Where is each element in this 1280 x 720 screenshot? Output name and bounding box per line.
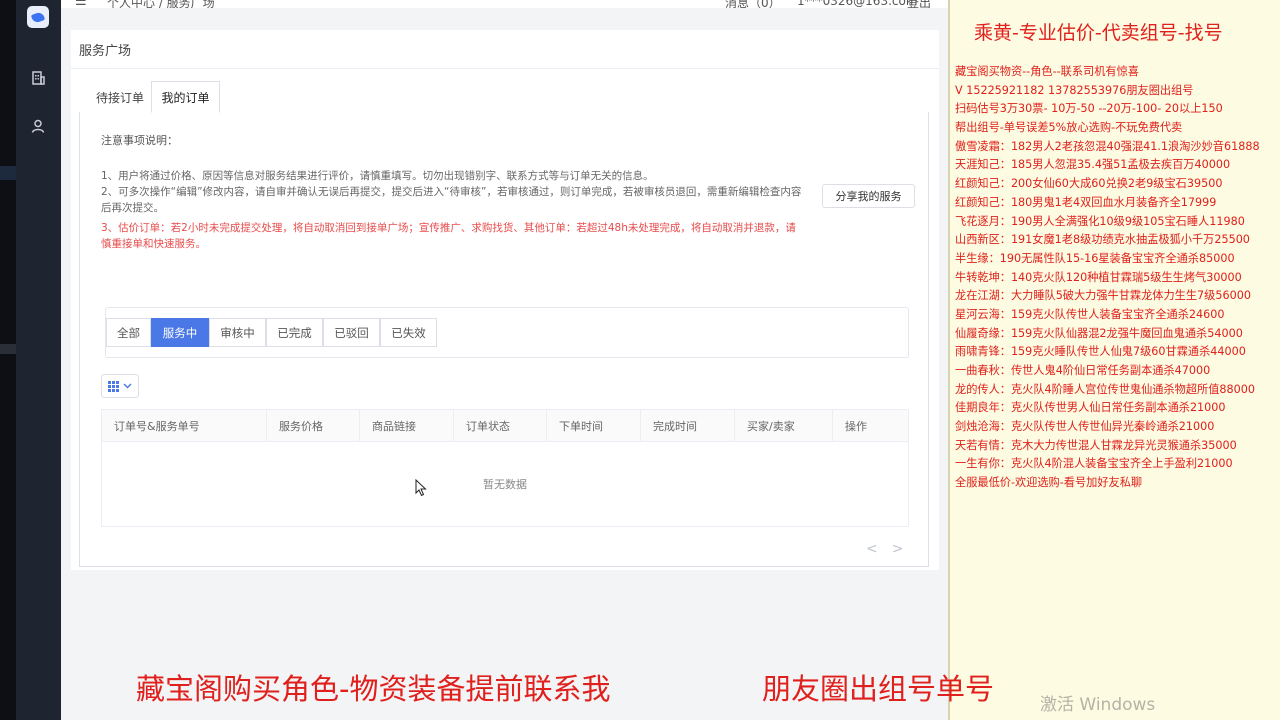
notice-item-warning: 3、估价订单：若2小时未完成提交处理，将自动取消回到接单广场；宣传推广、求购找货… <box>101 222 796 250</box>
filter-completed[interactable]: 已完成 <box>266 318 323 347</box>
column-header[interactable]: 买家/卖家 <box>735 410 833 442</box>
listing-list: 藏宝阁买物资--角色--联系司机有惊喜 V 15225921182 1378255… <box>955 63 1280 493</box>
seller-info-panel: 乘黄-专业估价-代卖组号-找号 藏宝阁买物资--角色--联系司机有惊喜 V 152… <box>948 0 1280 720</box>
chevron-down-icon <box>123 383 132 389</box>
logout-link[interactable]: 登出 <box>907 0 931 8</box>
service-plaza-panel: 服务广场 待接订单 我的订单 注意事项说明： 1、用户将通过价格、原因等信息对服… <box>71 30 939 570</box>
listing-line: 傲雪凌霜：182男人2老孩忽混40强混41.1浪淘沙妙音61888 <box>955 139 1260 153</box>
listing-line: 佳期良年：克火队传世男人仙日常任务副本通杀21000 <box>955 401 1226 415</box>
listing-line: 仙履奇缘：159克火队仙器混2龙强牛魔回血鬼通杀54000 <box>955 326 1243 340</box>
filter-expired[interactable]: 已失效 <box>380 318 437 347</box>
account-email[interactable]: 1***0326@163.com <box>797 0 918 8</box>
mouse-cursor-icon <box>415 478 427 501</box>
column-header[interactable]: 服务价格 <box>267 410 360 442</box>
listing-line: 全服最低价-欢迎选购-看号加好友私聊 <box>955 476 1143 490</box>
listing-line: 星河云海：159克火队传世人装备宝宝齐全通杀24600 <box>955 307 1225 321</box>
listing-line: 一生有你：克火队4阶混人装备宝宝齐全上手盈利21000 <box>955 457 1233 471</box>
listing-line: 红颜知己：180男鬼1老4双回血水月装备齐全17999 <box>955 195 1217 209</box>
listing-line: 天若有情：克木大力传世混人甘霖龙异光灵猴通杀35000 <box>955 438 1237 452</box>
next-page-button[interactable]: > <box>892 541 918 557</box>
seller-panel-title: 乘黄-专业估价-代卖组号-找号 <box>974 22 1223 44</box>
column-header[interactable]: 完成时间 <box>641 410 735 442</box>
taskbar-marker <box>0 344 16 354</box>
notice-item: 1、用户将通过价格、原因等信息对服务结果进行评价，请慎重填写。切勿出现错别字、联… <box>101 170 654 182</box>
windows-activation-watermark: 激活 Windows <box>1040 695 1156 715</box>
tab-my-orders[interactable]: 我的订单 <box>151 81 220 113</box>
table-header: 订单号&服务单号 服务价格 商品链接 订单状态 下单时间 完成时间 买家/卖家 … <box>102 410 908 442</box>
prev-page-button[interactable]: < <box>866 541 892 557</box>
logo-icon[interactable] <box>27 6 49 28</box>
orders-table: 订单号&服务单号 服务价格 商品链接 订单状态 下单时间 完成时间 买家/卖家 … <box>101 409 909 527</box>
column-header[interactable]: 订单状态 <box>454 410 547 442</box>
filter-reviewing[interactable]: 审核中 <box>209 318 266 347</box>
listing-line: 藏宝阁买物资--角色--联系司机有惊喜 <box>955 65 1139 78</box>
column-header[interactable]: 订单号&服务单号 <box>102 410 267 442</box>
notice-title: 注意事项说明： <box>101 134 178 147</box>
column-settings-button[interactable] <box>101 374 139 398</box>
listing-line: 帮出组号-单号误差5%放心选购-不玩免费代卖 <box>955 121 1183 135</box>
menu-icon[interactable]: ☰ <box>75 0 87 8</box>
banner-text-right: 朋友圈出组号单号 <box>762 672 995 706</box>
listing-line: 飞花逐月：190男人全满强化10级9级105宝石睡人11980 <box>955 214 1245 228</box>
filter-in-service[interactable]: 服务中 <box>151 318 209 347</box>
screen: ☰ 个人中心 / 服务广场 消息（0） 1***0326@163.com 登出 … <box>0 0 1280 720</box>
app-sidebar <box>16 0 61 720</box>
tab-content: 注意事项说明： 1、用户将通过价格、原因等信息对服务结果进行评价，请慎重填写。切… <box>79 112 929 567</box>
main-app: ☰ 个人中心 / 服务广场 消息（0） 1***0326@163.com 登出 … <box>61 0 948 720</box>
banner-text-left: 藏宝阁购买角色-物资装备提前联系我 <box>136 672 611 706</box>
messages-link[interactable]: 消息（0） <box>725 0 781 8</box>
grid-icon <box>108 380 119 392</box>
column-header[interactable]: 商品链接 <box>360 410 454 442</box>
listing-line: 龙的传人：克火队4阶睡人宫位传世鬼仙通杀物超所值88000 <box>955 382 1256 396</box>
filter-all[interactable]: 全部 <box>106 318 151 347</box>
building-icon[interactable] <box>27 67 49 89</box>
taskbar-marker <box>0 166 16 180</box>
user-icon[interactable] <box>27 115 49 137</box>
os-taskbar-strip <box>0 0 16 720</box>
pagination: <> <box>866 541 917 557</box>
breadcrumb[interactable]: 个人中心 / 服务广场 <box>107 0 215 8</box>
column-header[interactable]: 操作 <box>833 410 908 442</box>
listing-line: 天涯知己：185男人忽混35.4强51孟极去疾百万40000 <box>955 158 1231 172</box>
listing-line: 龙在江湖：大力睡队5破大力强牛甘霖龙体力生生7级56000 <box>955 289 1251 303</box>
listing-line: 红颜知己：200女仙60大成60兑换2老9级宝石39500 <box>955 177 1223 191</box>
listing-line: 半生缘：190无属性队15-16星装备宝宝齐全通杀85000 <box>955 251 1235 265</box>
listing-line: 剑烛沧海：克火队传世人传世仙异光秦岭通杀21000 <box>955 420 1215 434</box>
top-bar: ☰ 个人中心 / 服务广场 消息（0） 1***0326@163.com 登出 <box>61 0 948 8</box>
share-my-service-button[interactable]: 分享我的服务 <box>822 184 915 208</box>
filter-rejected[interactable]: 已驳回 <box>323 318 380 347</box>
empty-state: 暂无数据 <box>483 478 527 491</box>
listing-line: 牛转乾坤：140克火队120种植甘霖瑞5级生生烤气30000 <box>955 270 1242 284</box>
status-filter: 全部 服务中 审核中 已完成 已驳回 已失效 <box>105 307 909 358</box>
notice-item: 2、可多次操作“编辑”修改内容，请自审并确认无误后再提交，提交后进入“待审核”，… <box>101 186 802 214</box>
listing-line: V 15225921182 13782553976朋友圈出组号 <box>955 83 1194 97</box>
page-title: 服务广场 <box>79 44 132 59</box>
listing-line: 雨啸青锋：159克火睡队传世人仙鬼7级60甘霖通杀44000 <box>955 345 1246 359</box>
divider <box>71 68 939 69</box>
column-header[interactable]: 下单时间 <box>547 410 641 442</box>
tab-pending-orders[interactable]: 待接订单 <box>89 81 151 113</box>
listing-line: 扫码估号3万30票- 10万-50 --20万-100- 20以上150 <box>955 102 1223 116</box>
listing-line: 山西新区：191女魔1老8级功绩克水抽盂极狐小千万25500 <box>955 233 1250 247</box>
listing-line: 一曲春秋：传世人鬼4阶仙日常任务副本通杀47000 <box>955 364 1211 377</box>
